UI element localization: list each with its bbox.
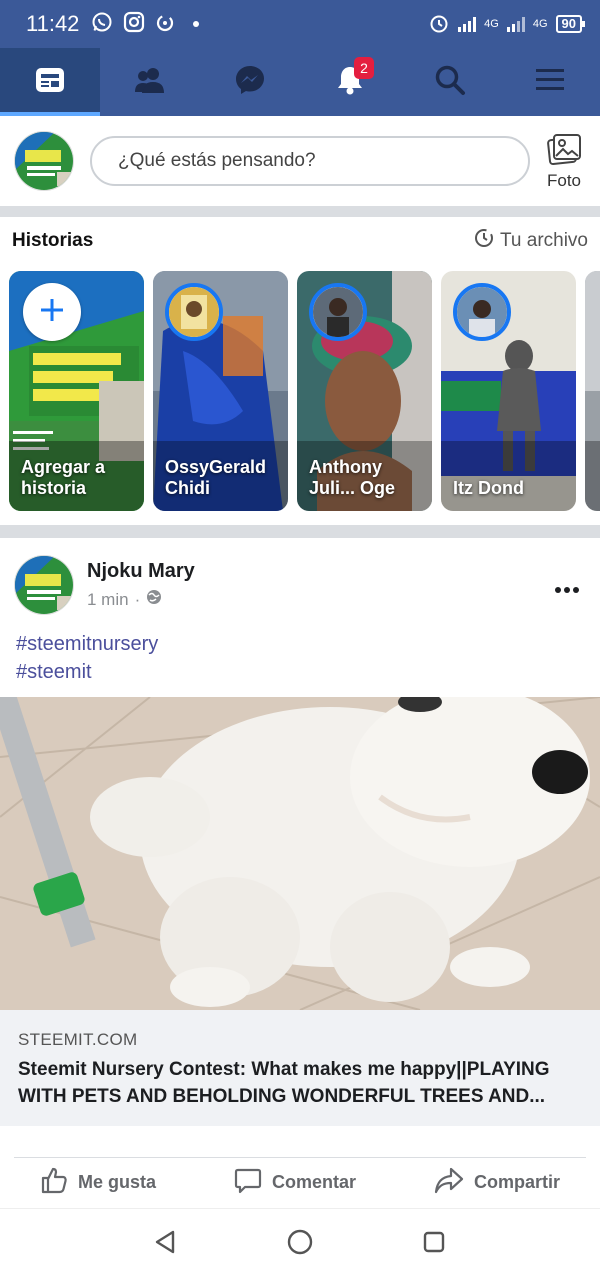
section-divider <box>0 525 600 538</box>
stories-title: Historias <box>12 230 94 251</box>
link-title: Steemit Nursery Contest: What makes me h… <box>18 1059 550 1107</box>
music-app-icon <box>155 11 177 38</box>
status-time: 11:42 <box>26 11 80 36</box>
share-button[interactable]: Compartir <box>434 1166 560 1199</box>
story-card[interactable]: OssyGerald Chidi <box>153 271 288 511</box>
like-button[interactable]: Me gusta <box>40 1166 156 1199</box>
news-feed-icon <box>34 66 66 99</box>
search-icon <box>434 64 466 101</box>
battery-indicator: 90 <box>555 15 586 33</box>
comment-label: Comentar <box>271 1172 356 1192</box>
story-name: Itz Dond <box>453 478 524 498</box>
post-hashtags: #steemitnursery #steemit <box>16 630 158 686</box>
thumbs-up-icon <box>40 1166 68 1199</box>
whatsapp-icon <box>91 11 113 38</box>
add-story-button[interactable] <box>23 283 81 341</box>
post-header: Njoku Mary 1 min · <box>0 540 600 630</box>
tab-messenger[interactable] <box>200 48 300 116</box>
hashtag-link[interactable]: #steemit <box>16 658 158 686</box>
archive-label: Tu archivo <box>500 230 588 251</box>
post-actions: Me gusta Comentar Compartir <box>14 1157 586 1207</box>
more-options-button[interactable] <box>554 570 580 601</box>
menu-icon <box>535 67 565 98</box>
story-avatar <box>453 283 511 341</box>
post-meta: 1 min · <box>87 589 195 610</box>
photo-label: Foto <box>546 170 582 190</box>
post-author-name[interactable]: Njoku Mary <box>87 560 195 583</box>
share-icon <box>434 1166 464 1199</box>
globe-icon <box>146 589 162 610</box>
tab-search[interactable] <box>400 48 500 116</box>
more-icon <box>554 570 580 600</box>
recents-icon[interactable] <box>421 1229 447 1260</box>
back-icon[interactable] <box>153 1229 179 1260</box>
network-type-2: 4G <box>532 18 548 30</box>
tab-friends[interactable] <box>100 48 200 116</box>
story-avatar <box>165 283 223 341</box>
tab-menu[interactable] <box>500 48 600 116</box>
story-card[interactable]: Anthony Juli... Oge <box>297 271 432 511</box>
status-input[interactable]: ¿Qué estás pensando? <box>90 136 530 186</box>
archive-link[interactable]: Tu archivo <box>474 228 588 254</box>
notification-dot <box>193 21 200 27</box>
signal-icon-2 <box>506 16 525 32</box>
plus-icon <box>39 297 65 328</box>
stories-row: Agregar a historia OssyGerald Chidi Anth… <box>9 271 600 511</box>
photo-icon <box>546 132 582 171</box>
alarm-icon <box>428 12 450 37</box>
story-thumbnail <box>585 271 600 511</box>
network-type-1: 4G <box>484 18 499 30</box>
comment-button[interactable]: Comentar <box>234 1166 356 1199</box>
story-card[interactable]: Itz Dond <box>441 271 576 511</box>
post-author-avatar[interactable] <box>14 555 74 615</box>
post-composer: ¿Qué estás pensando? Foto <box>0 116 600 206</box>
comment-icon <box>234 1166 262 1199</box>
notification-badge: 2 <box>354 57 374 79</box>
top-nav: 2 <box>0 48 600 116</box>
system-nav-bar <box>0 1208 600 1280</box>
home-icon[interactable] <box>286 1228 314 1261</box>
messenger-icon <box>234 64 266 101</box>
photo-button[interactable]: Foto <box>546 132 582 191</box>
link-preview[interactable]: STEEMIT.COM Steemit Nursery Contest: Wha… <box>0 1010 600 1126</box>
avatar[interactable] <box>14 131 74 191</box>
link-domain: STEEMIT.COM <box>18 1030 138 1049</box>
signal-icon-1 <box>458 16 477 32</box>
story-name: OssyGerald Chidi <box>165 457 267 498</box>
tab-notifications[interactable]: 2 <box>300 48 400 116</box>
clock-history-icon <box>474 228 494 254</box>
hashtag-link[interactable]: #steemitnursery <box>16 630 158 658</box>
tab-home[interactable] <box>0 48 100 116</box>
story-avatar <box>309 283 367 341</box>
instagram-icon <box>123 11 145 38</box>
section-divider <box>0 206 600 217</box>
story-card-add[interactable]: Agregar a historia <box>9 271 144 511</box>
post-time[interactable]: 1 min <box>87 590 129 610</box>
dog-photo <box>0 697 600 1010</box>
story-name: Agregar a historia <box>21 457 106 498</box>
post-image[interactable] <box>0 697 600 1010</box>
status-bar: 11:42 4G 4G 90 <box>0 0 600 48</box>
story-name: Anthony Juli... Oge <box>309 457 396 498</box>
stories-header: Historias Tu archivo <box>0 218 600 264</box>
like-label: Me gusta <box>78 1172 157 1192</box>
share-label: Compartir <box>473 1172 560 1192</box>
meta-separator: · <box>134 589 141 609</box>
story-card[interactable] <box>585 271 600 511</box>
friends-icon <box>133 66 167 99</box>
